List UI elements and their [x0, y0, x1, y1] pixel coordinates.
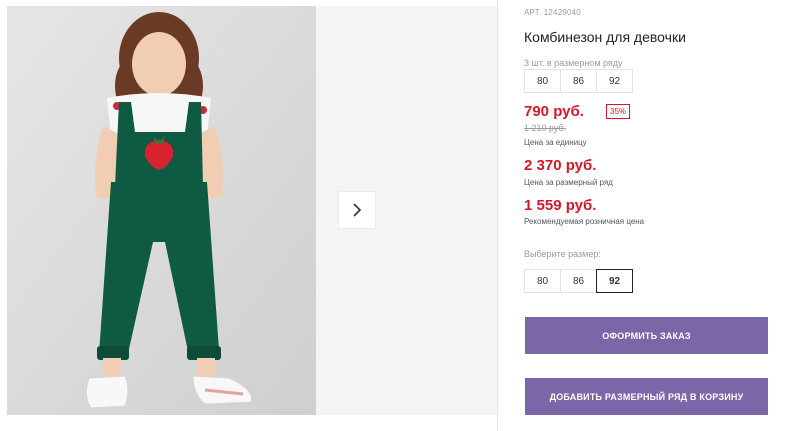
size-option-92[interactable]: 92 [596, 269, 633, 293]
gallery-next-button[interactable] [338, 191, 376, 229]
pack-quantity-label: 3 шт. в размерном ряду [524, 58, 623, 68]
pack-sizes: 80 86 92 [524, 69, 633, 93]
size-option-86[interactable]: 86 [560, 269, 597, 293]
retail-price: 1 559 руб. [524, 197, 597, 214]
add-pack-to-cart-button[interactable]: ДОБАВИТЬ РАЗМЕРНЫЙ РЯД В КОРЗИНУ [525, 378, 768, 415]
pack-size-80: 80 [524, 69, 561, 93]
pack-price-label: Цена за размерный ряд [524, 178, 613, 187]
chevron-right-icon [353, 203, 362, 217]
product-title: Комбинезон для девочки [524, 29, 686, 45]
product-photo[interactable] [7, 6, 316, 415]
size-selector: 80 86 92 [524, 269, 633, 293]
order-button[interactable]: ОФОРМИТЬ ЗАКАЗ [525, 317, 768, 354]
column-divider [497, 0, 498, 431]
size-option-80[interactable]: 80 [524, 269, 561, 293]
unit-price-label: Цена за единицу [524, 138, 587, 147]
unit-price: 790 руб. [524, 103, 584, 120]
product-gallery [7, 6, 497, 415]
retail-price-label: Рекомендуемая розничная цена [524, 217, 645, 226]
article-number: АРТ. 12429040 [524, 8, 581, 17]
choose-size-label: Выберите размер: [524, 249, 601, 259]
pack-price: 2 370 руб. [524, 157, 597, 174]
product-photo-illustration [7, 6, 316, 415]
pack-size-92: 92 [596, 69, 633, 93]
discount-badge: 35% [606, 104, 631, 119]
old-price: 1 210 руб. [524, 123, 567, 133]
pack-size-86: 86 [560, 69, 597, 93]
